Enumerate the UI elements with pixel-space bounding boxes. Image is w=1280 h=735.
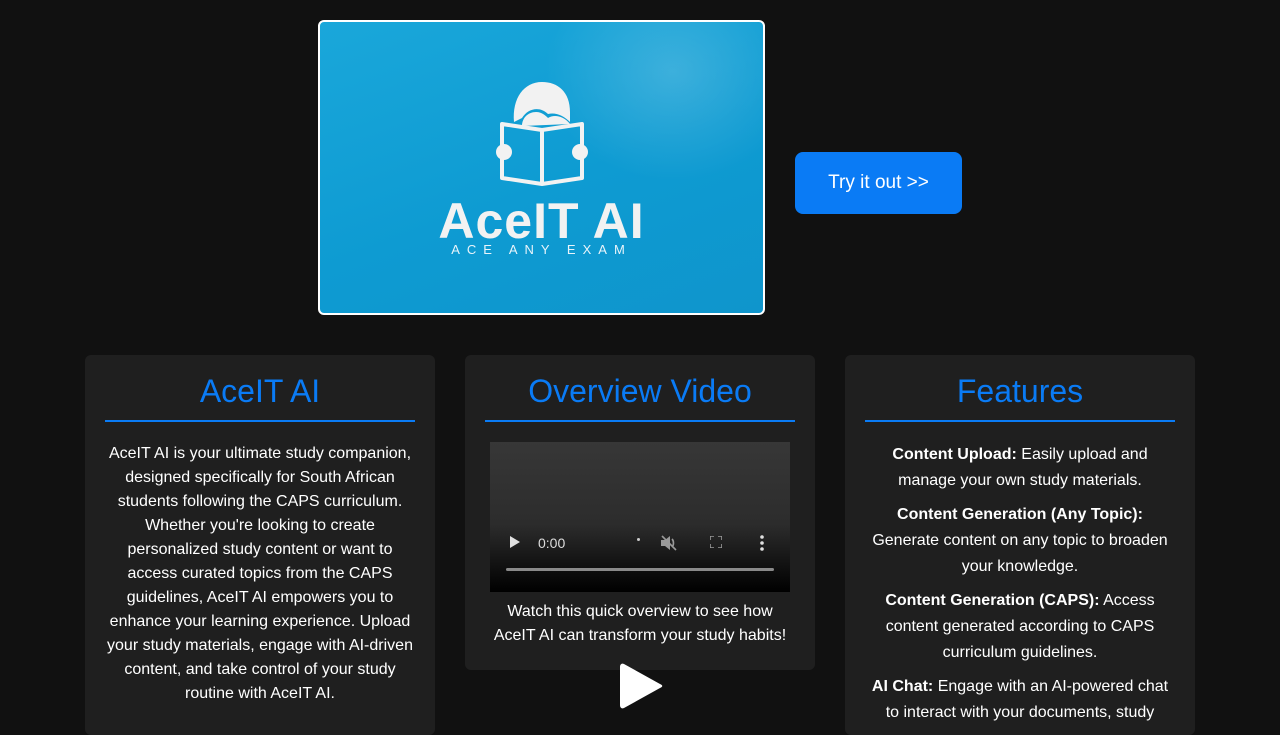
about-title: AceIT AI — [105, 373, 415, 422]
feature-label: Content Upload: — [892, 446, 1017, 463]
video-title: Overview Video — [485, 373, 795, 422]
about-text: AceIT AI is your ultimate study companio… — [107, 445, 413, 702]
video-player[interactable]: 0:00 — [490, 442, 790, 592]
feature-item: Content Upload: Easily upload and manage… — [865, 442, 1175, 494]
video-caption: Watch this quick overview to see how Ace… — [493, 603, 787, 644]
try-it-out-button[interactable]: Try it out >> — [795, 152, 962, 214]
feature-item: Content Generation (CAPS): Access conten… — [865, 588, 1175, 666]
fullscreen-icon[interactable] — [710, 536, 722, 548]
feature-text: Generate content on any topic to broaden… — [872, 532, 1168, 575]
features-card: Features Content Upload: Easily upload a… — [845, 355, 1195, 735]
feature-label: AI Chat: — [871, 678, 934, 695]
more-options-icon[interactable] — [760, 535, 764, 551]
buffer-dot — [637, 538, 640, 541]
volume-icon[interactable] — [660, 535, 678, 551]
video-time: 0:00 — [538, 535, 566, 551]
hero-banner: AceIT AI ACE ANY EXAM — [318, 20, 765, 315]
video-progress-bar[interactable] — [506, 568, 774, 571]
about-card: AceIT AI AceIT AI is your ultimate study… — [85, 355, 435, 735]
student-reading-book-icon — [496, 82, 588, 186]
feature-item: Content Generation (Any Topic): Generate… — [865, 502, 1175, 580]
feature-label: Content Generation (Any Topic): — [897, 506, 1143, 523]
big-play-icon[interactable] — [618, 660, 664, 712]
features-title: Features — [865, 373, 1175, 422]
video-card: Overview Video 0:00 Watch this quick ove… — [465, 355, 815, 670]
logo-tagline: ACE ANY EXAM — [451, 242, 632, 257]
play-icon[interactable] — [510, 536, 520, 548]
feature-label: Content Generation (CAPS): — [885, 592, 1100, 609]
feature-item: AI Chat: Engage with an AI-powered chat … — [865, 674, 1175, 726]
